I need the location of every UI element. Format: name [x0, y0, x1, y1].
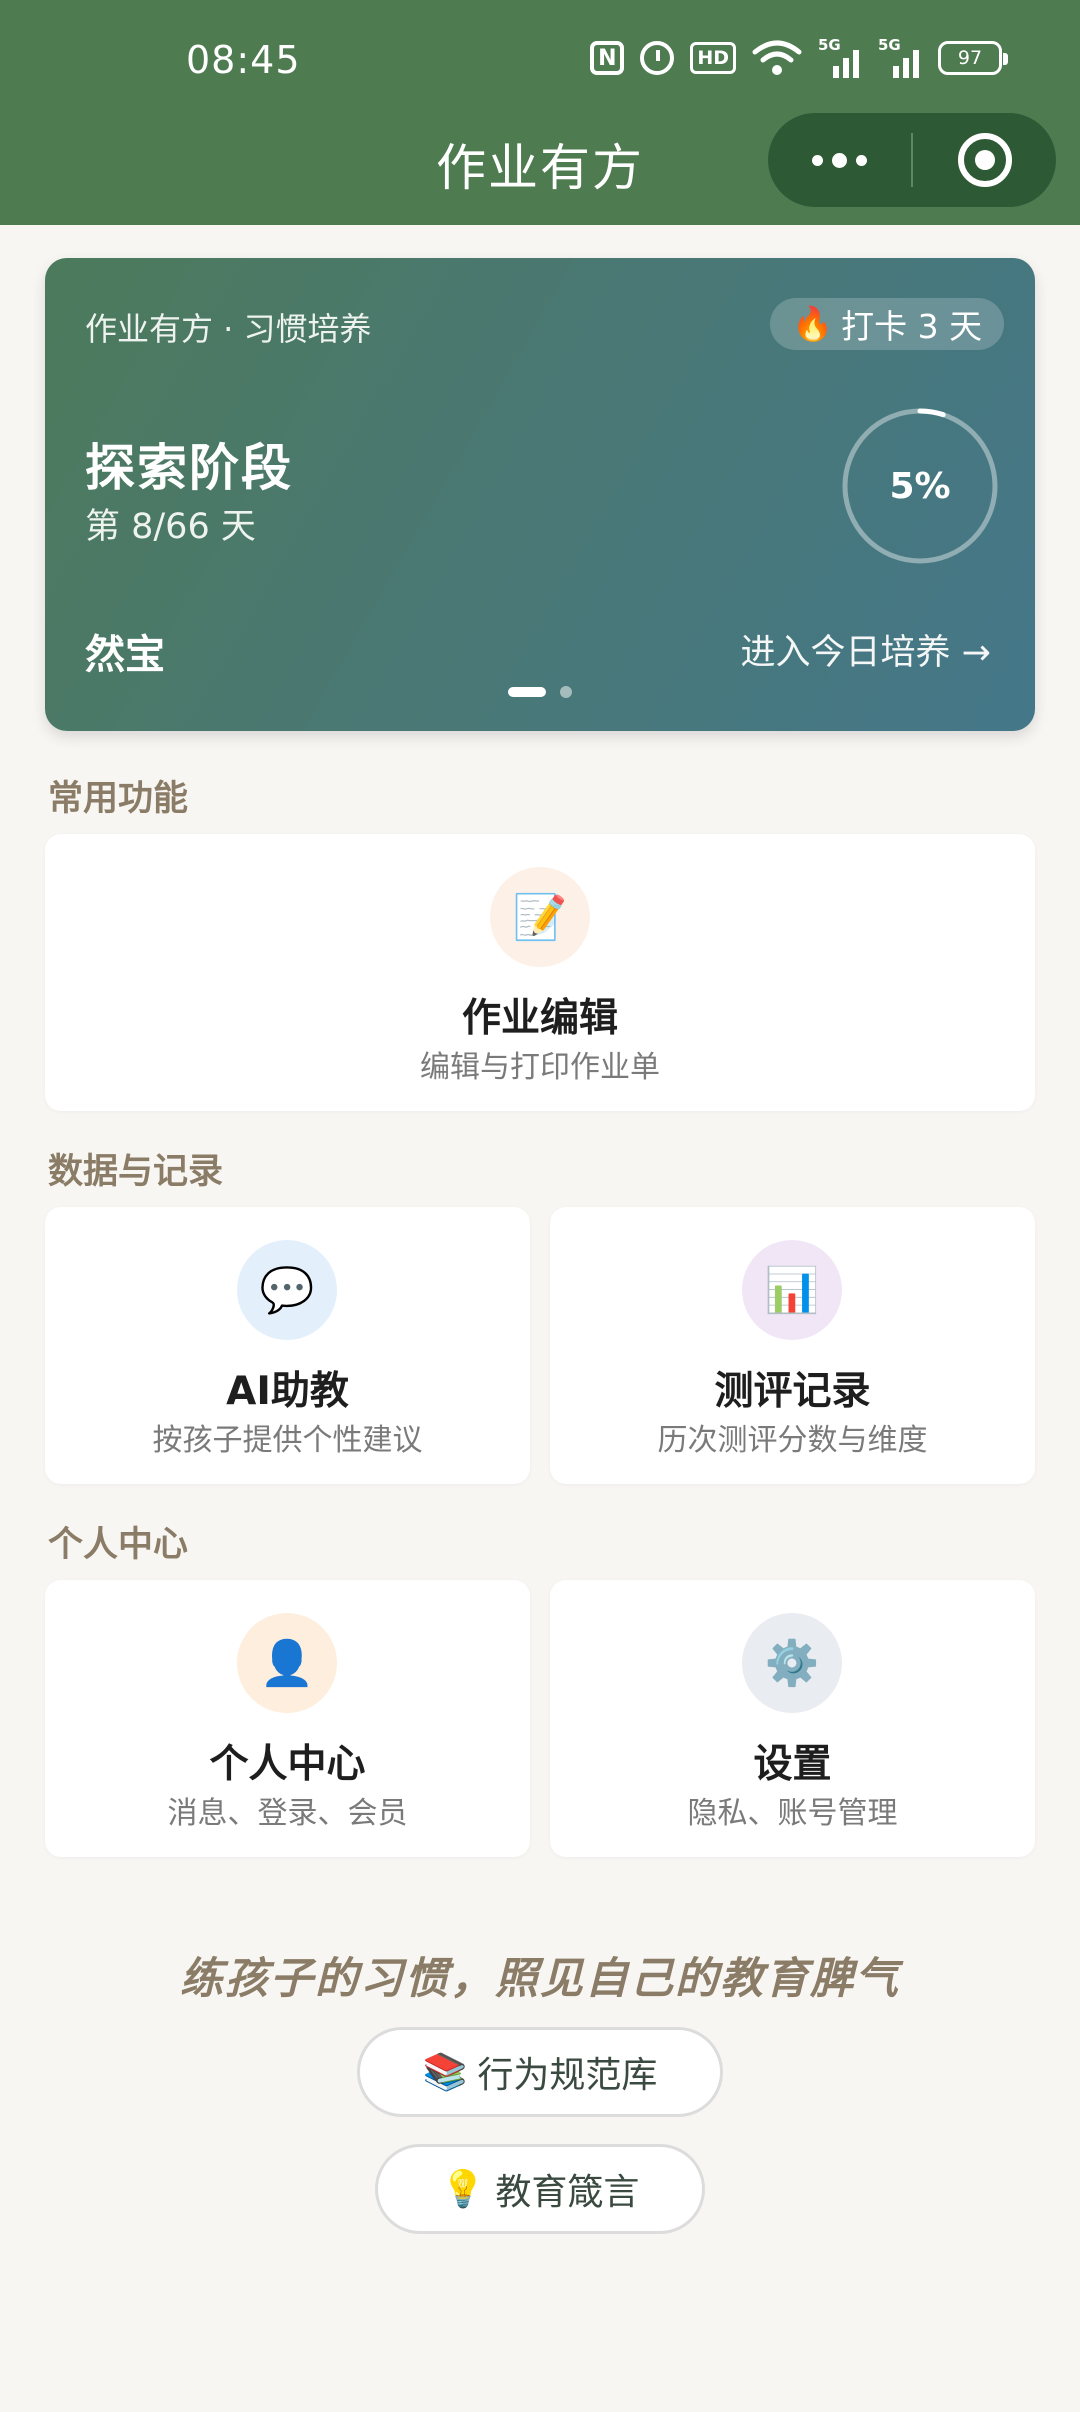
gear-icon: ⚙️ [742, 1613, 842, 1713]
more-dots-icon [812, 152, 867, 168]
header-bar: 08:45 N HD 5G 5G 97 作业有方 [0, 0, 1080, 225]
slogan: 练孩子的习惯，照见自己的教育脾气 [180, 1954, 900, 2004]
section-title-data: 数据与记录 [48, 1152, 224, 1192]
enter-today-link[interactable]: 进入今日培养 → [741, 624, 991, 675]
progress-percent: 5% [889, 465, 951, 507]
child-name: 然宝 [85, 632, 165, 678]
stage-day: 第 8/66 天 [85, 507, 256, 547]
battery-icon: 97 [938, 41, 1008, 75]
user-icon: 👤 [237, 1613, 337, 1713]
personal-center-desc: 消息、登录、会员 [167, 1796, 408, 1831]
signal-icon: 5G [818, 36, 862, 78]
hd-icon: HD [690, 42, 736, 74]
behavior-rules-button[interactable]: 📚 行为规范库 [357, 2027, 723, 2117]
homework-edit-title: 作业编辑 [461, 996, 618, 1041]
habit-progress-card[interactable]: 作业有方 · 习惯培养 🔥 打卡 3 天 探索阶段 第 8/66 天 5% 然宝… [45, 258, 1035, 731]
pager-dot [560, 686, 572, 698]
ai-assistant-desc: 按孩子提供个性建议 [152, 1423, 423, 1458]
homework-edit-desc: 编辑与打印作业单 [420, 1050, 660, 1085]
target-icon [957, 133, 1012, 187]
evaluation-records-title: 测评记录 [714, 1369, 871, 1414]
alarm-icon [640, 41, 675, 75]
hero-subtitle: 作业有方 · 习惯培养 [85, 310, 372, 348]
streak-badge: 🔥 打卡 3 天 [770, 298, 1005, 350]
mini-program-capsule [768, 113, 1056, 207]
nfc-icon: N [590, 41, 625, 75]
carousel-indicator [45, 686, 1035, 698]
lightbulb-icon: 💡 [440, 2169, 486, 2210]
fire-icon: 🔥 [792, 304, 834, 343]
close-button[interactable] [913, 113, 1056, 207]
bar-chart-icon: 📊 [742, 1240, 842, 1340]
signal-icon-2: 5G [878, 36, 922, 78]
personal-center-card[interactable]: 👤 个人中心 消息、登录、会员 [45, 1580, 530, 1857]
section-title-common: 常用功能 [48, 779, 189, 819]
behavior-rules-label: 行为规范库 [477, 2055, 658, 2096]
status-icons: N HD 5G 5G 97 [590, 36, 1008, 80]
personal-center-title: 个人中心 [209, 1742, 366, 1787]
settings-title: 设置 [753, 1742, 832, 1787]
memo-icon: 📝 [490, 867, 590, 967]
settings-card[interactable]: ⚙️ 设置 隐私、账号管理 [550, 1580, 1035, 1857]
section-title-personal: 个人中心 [48, 1525, 189, 1565]
more-button[interactable] [768, 113, 911, 207]
evaluation-records-card[interactable]: 📊 测评记录 历次测评分数与维度 [550, 1207, 1035, 1484]
evaluation-records-desc: 历次测评分数与维度 [657, 1423, 928, 1458]
ai-assistant-card[interactable]: 💬 AI助教 按孩子提供个性建议 [45, 1207, 530, 1484]
streak-label: 打卡 3 天 [841, 307, 983, 346]
education-quotes-label: 教育箴言 [495, 2172, 640, 2213]
wifi-icon [752, 40, 802, 75]
status-time: 08:45 [186, 38, 301, 82]
education-quotes-button[interactable]: 💡 教育箴言 [375, 2144, 705, 2234]
chat-bubble-icon: 💬 [237, 1240, 337, 1340]
homework-edit-card[interactable]: 📝 作业编辑 编辑与打印作业单 [45, 834, 1035, 1111]
settings-desc: 隐私、账号管理 [687, 1796, 898, 1831]
books-icon: 📚 [422, 2052, 468, 2093]
stage-title: 探索阶段 [85, 439, 293, 497]
pager-dot-active [508, 687, 546, 697]
ai-assistant-title: AI助教 [226, 1369, 349, 1414]
